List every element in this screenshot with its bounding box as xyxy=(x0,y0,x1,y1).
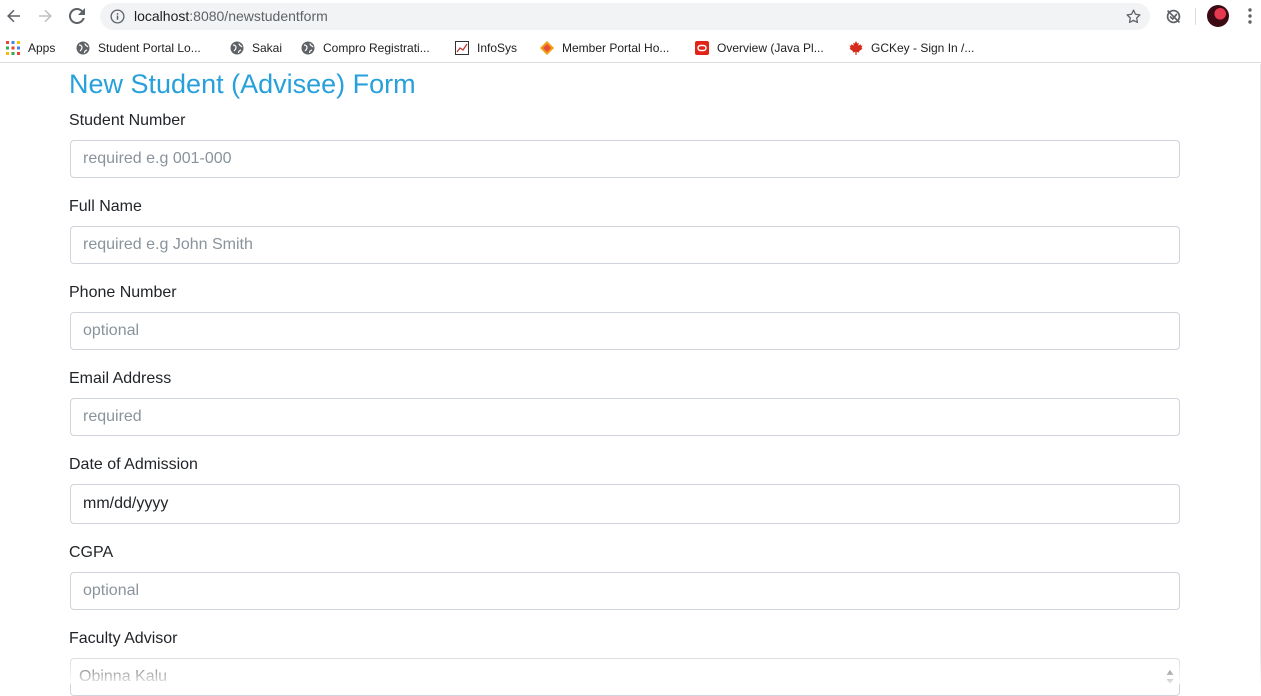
phone-number-input[interactable] xyxy=(70,312,1180,350)
full-name-input[interactable] xyxy=(70,226,1180,264)
bookmark-star-icon[interactable] xyxy=(1125,8,1142,25)
apps-grid-icon xyxy=(6,41,20,55)
bookmark-gckey[interactable]: GCKey - Sign In /... xyxy=(849,40,974,56)
url-text[interactable]: localhost:8080/newstudentform xyxy=(134,8,328,24)
info-icon[interactable] xyxy=(110,9,125,24)
date-of-admission-input[interactable]: mm/dd/yyyy xyxy=(70,484,1180,524)
sync-icon[interactable] xyxy=(1163,6,1183,26)
faculty-advisor-select[interactable]: Obinna Kalu xyxy=(70,658,1180,696)
select-arrows-icon xyxy=(1166,670,1174,684)
faculty-advisor-label: Faculty Advisor xyxy=(69,630,178,647)
bookmark-compro-registration[interactable]: Compro Registrati... xyxy=(301,40,430,56)
bookmark-sakai[interactable]: Sakai xyxy=(230,40,282,56)
globe-icon xyxy=(301,41,315,55)
student-number-label: Student Number xyxy=(69,112,186,129)
bookmarks-bar: Apps Student Portal Lo... Sakai Compro R… xyxy=(0,33,1261,63)
bookmark-java-overview[interactable]: Overview (Java Pl... xyxy=(695,40,824,56)
chart-icon xyxy=(455,41,469,55)
browser-toolbar: localhost:8080/newstudentform xyxy=(0,0,1261,33)
date-of-admission-label: Date of Admission xyxy=(69,456,198,473)
globe-icon xyxy=(76,41,90,55)
toolbar-separator xyxy=(1195,8,1196,25)
email-address-label: Email Address xyxy=(69,370,172,387)
page-content: New Student (Advisee) Form Student Numbe… xyxy=(0,64,1261,696)
cgpa-input[interactable] xyxy=(70,572,1180,610)
bookmark-member-portal[interactable]: Member Portal Ho... xyxy=(540,40,669,56)
diamond-icon xyxy=(540,41,554,55)
bookmark-infosys[interactable]: InfoSys xyxy=(455,40,517,56)
student-number-input[interactable] xyxy=(70,140,1180,178)
globe-icon xyxy=(230,41,244,55)
faculty-advisor-value: Obinna Kalu xyxy=(79,668,168,685)
email-address-input[interactable] xyxy=(70,398,1180,436)
maple-leaf-icon xyxy=(849,41,863,55)
reload-icon[interactable] xyxy=(66,5,88,27)
address-bar[interactable]: localhost:8080/newstudentform xyxy=(100,3,1150,30)
oracle-icon xyxy=(695,41,709,55)
phone-number-label: Phone Number xyxy=(69,284,177,301)
full-name-label: Full Name xyxy=(69,198,142,215)
profile-avatar[interactable] xyxy=(1207,5,1229,27)
forward-arrow-icon[interactable] xyxy=(34,5,56,27)
menu-kebab-icon[interactable] xyxy=(1240,6,1260,26)
bookmark-student-portal[interactable]: Student Portal Lo... xyxy=(76,40,201,56)
date-of-admission-value: mm/dd/yyyy xyxy=(83,495,169,512)
cgpa-label: CGPA xyxy=(69,544,114,561)
page-title: New Student (Advisee) Form xyxy=(69,69,416,99)
bookmark-apps[interactable]: Apps xyxy=(6,40,55,56)
back-arrow-icon[interactable] xyxy=(3,5,25,27)
